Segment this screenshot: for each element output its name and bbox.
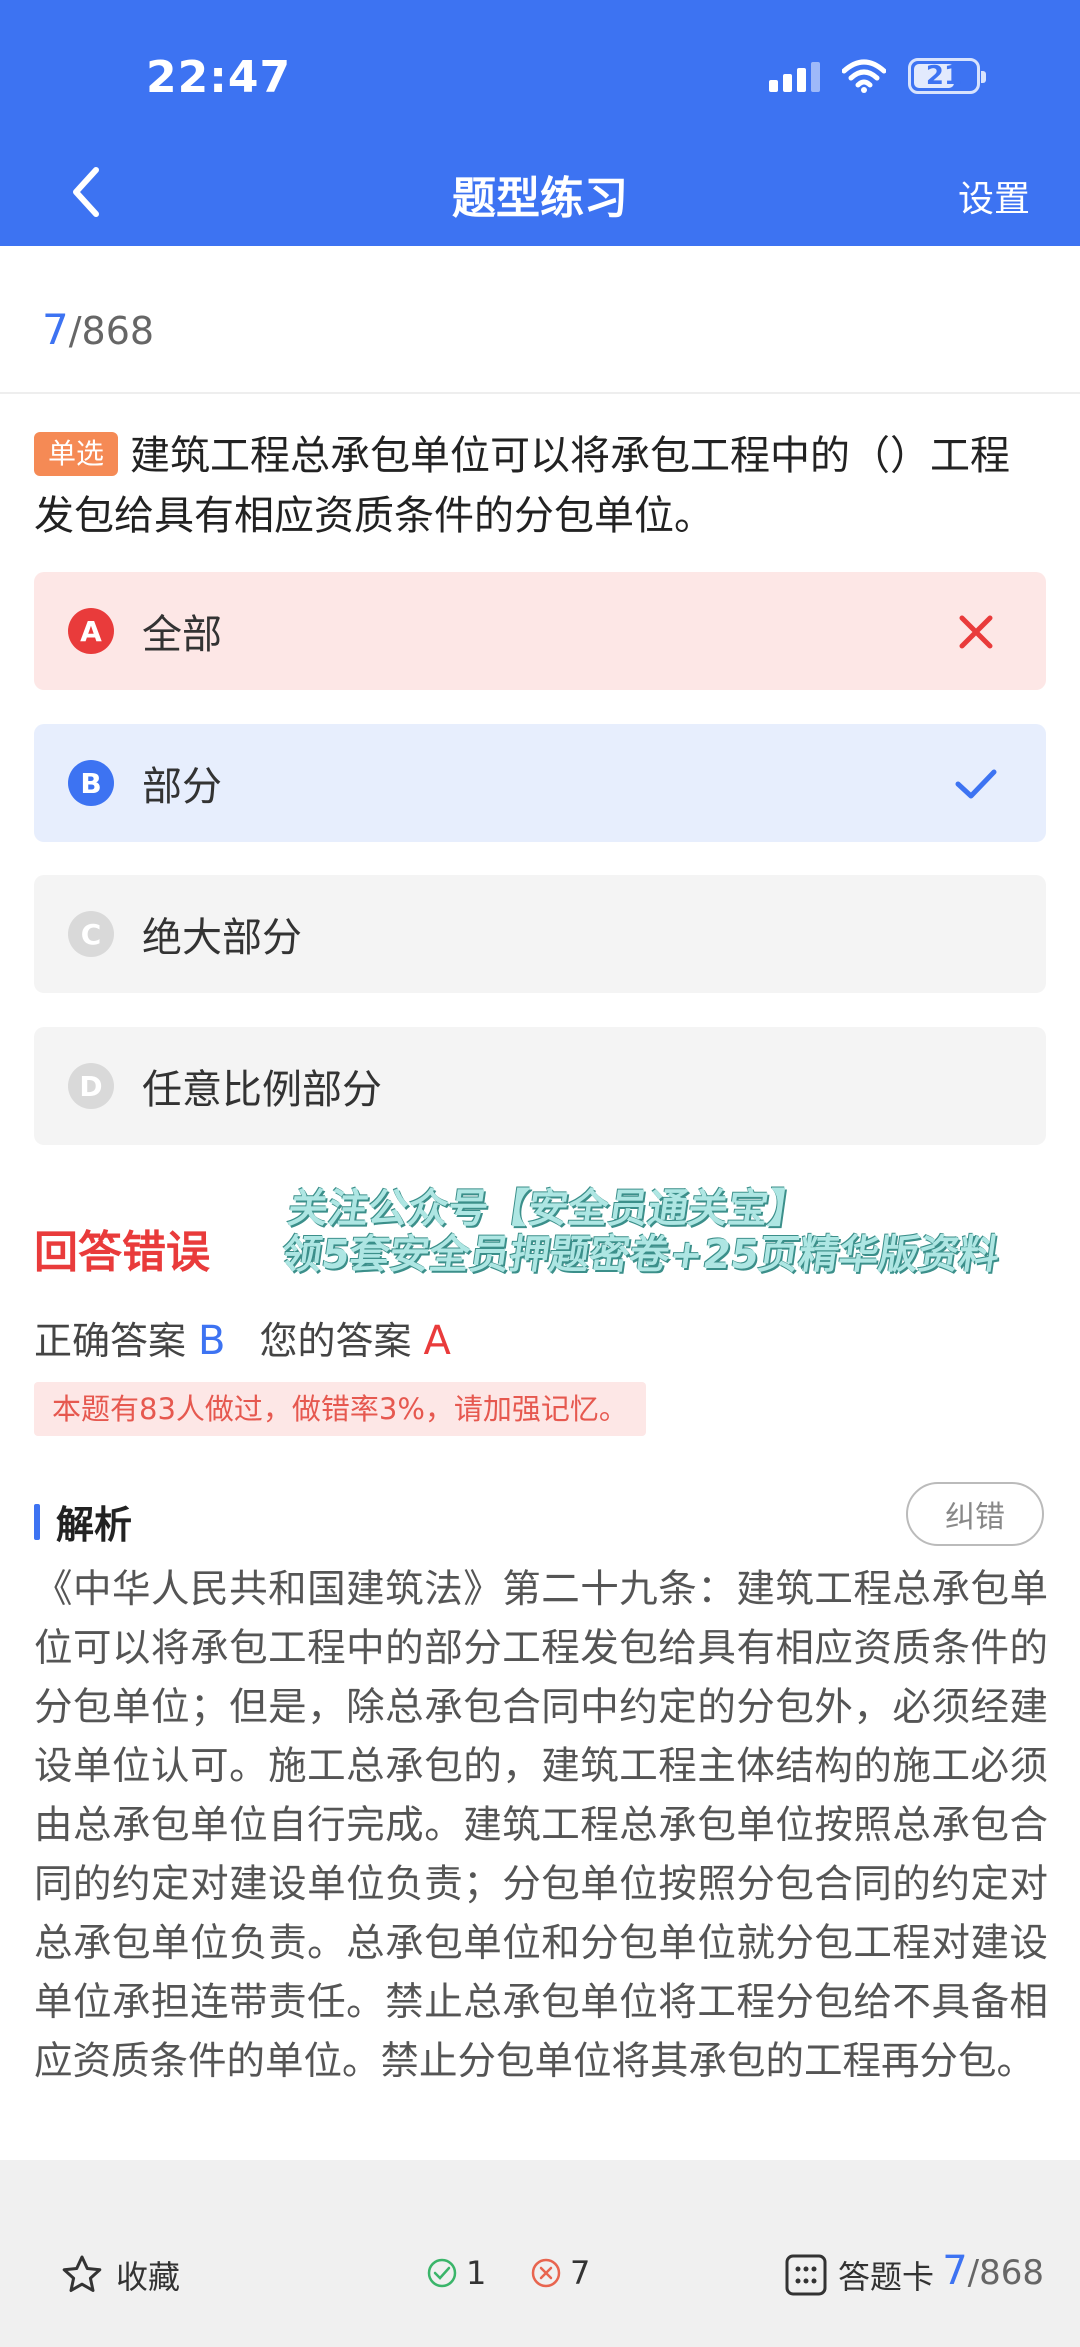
right-count-value: 1 — [466, 2254, 487, 2292]
progress-current: 7 — [42, 305, 69, 354]
check-circle-icon — [427, 2258, 457, 2288]
option-a[interactable]: A 全部 — [34, 572, 1046, 690]
status-time: 22:47 — [146, 52, 292, 103]
correct-answer-label: 正确答案 — [34, 1319, 187, 1363]
bottom-progress-total: /868 — [967, 2253, 1044, 2293]
status-icons: 21 — [769, 58, 986, 94]
bottom-progress: 7/868 — [942, 2248, 1044, 2294]
signal-icon — [769, 60, 820, 92]
your-answer-label: 您的答案 — [259, 1319, 412, 1363]
close-icon — [959, 615, 993, 649]
option-b[interactable]: B 部分 — [34, 724, 1046, 842]
option-letter: A — [68, 608, 114, 654]
promo-watermark: 关注公众号【安全员通关宝】 领5套安全员押题密卷+25页精华版资料 — [279, 1186, 1009, 1278]
option-letter: C — [68, 911, 114, 957]
section-bar — [34, 1503, 40, 1540]
wrong-count: 7 — [530, 2254, 590, 2292]
grid-icon — [785, 2254, 827, 2296]
correct-answer-value: B — [198, 1318, 226, 1364]
favorite-button[interactable]: 收藏 — [60, 2252, 180, 2298]
right-count: 1 — [426, 2254, 486, 2292]
answer-summary: 正确答案 B 您的答案 A — [34, 1310, 451, 1365]
page-title: 题型练习 — [452, 173, 628, 224]
wrong-count-value: 7 — [570, 2254, 591, 2292]
answer-card-label: 答题卡 — [838, 2258, 935, 2296]
error-rate-note: 本题有83人做过，做错率3%，请加强记忆。 — [34, 1382, 646, 1436]
battery-icon: 21 — [908, 58, 986, 94]
watermark-line-2: 领5套安全员押题密卷+25页精华版资料 — [278, 1232, 1003, 1278]
option-text: 任意比例部分 — [142, 1067, 382, 1113]
your-answer-value: A — [423, 1318, 451, 1364]
option-d[interactable]: D 任意比例部分 — [34, 1027, 1046, 1145]
check-icon — [955, 769, 997, 799]
question-text: 建筑工程总承包单位可以将承包工程中的（）工程发包给具有相应资质条件的分包单位。 — [34, 433, 1011, 539]
report-error-button[interactable]: 纠错 — [906, 1482, 1044, 1546]
wifi-icon — [842, 59, 886, 93]
x-circle-icon — [531, 2258, 561, 2288]
question-progress: 7/868 — [42, 305, 154, 354]
star-icon — [62, 2255, 102, 2292]
option-letter: B — [68, 760, 114, 806]
analysis-text: 《中华人民共和国建筑法》第二十九条：建筑工程总承包单位可以将承包工程中的部分工程… — [34, 1567, 1048, 2084]
result-title: 回答错误 — [34, 1227, 210, 1278]
settings-button[interactable]: 设置 — [958, 170, 1030, 222]
question-stem: 单选 建筑工程总承包单位可以将承包工程中的（）工程发包给具有相应资质条件的分包单位… — [34, 426, 1044, 546]
app-header: 22:47 21 题型练习 设置 — [0, 0, 1080, 246]
battery-level: 21 — [925, 61, 963, 91]
bottom-progress-current: 7 — [942, 2248, 968, 2294]
option-letter: D — [68, 1063, 114, 1109]
progress-total: /868 — [68, 309, 155, 353]
question-type-badge: 单选 — [34, 432, 119, 476]
answer-card-button[interactable]: 答题卡 — [784, 2252, 934, 2298]
watermark-line-1: 关注公众号【安全员通关宝】 — [285, 1186, 812, 1232]
option-text: 绝大部分 — [142, 915, 302, 961]
analysis-header: 解析 — [34, 1494, 132, 1549]
option-text: 部分 — [142, 764, 222, 810]
bottom-toolbar: 收藏 1 7 答题卡 7/868 — [0, 2160, 1080, 2347]
favorite-label: 收藏 — [116, 2258, 181, 2296]
analysis-label: 解析 — [56, 1503, 133, 1547]
option-text: 全部 — [142, 612, 222, 658]
option-c[interactable]: C 绝大部分 — [34, 875, 1046, 993]
divider — [0, 392, 1080, 394]
